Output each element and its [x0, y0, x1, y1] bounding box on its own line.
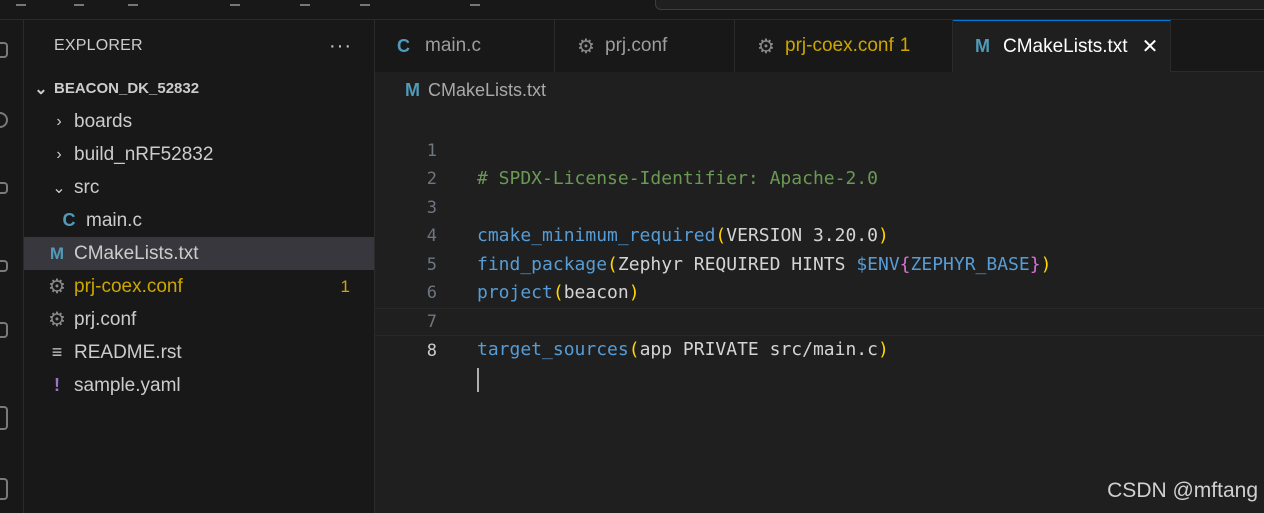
c-file-icon: C — [397, 35, 410, 56]
code-paren: ( — [628, 339, 640, 360]
title-bar — [0, 0, 1264, 20]
code-line: 5 project(beacon) — [375, 222, 1264, 304]
title-fragment — [300, 4, 310, 6]
run-debug-icon[interactable] — [0, 260, 8, 272]
explorer-icon[interactable] — [0, 42, 8, 58]
tab-cmakelists[interactable]: M CMakeLists.txt ✕ — [953, 20, 1172, 73]
code-paren: ) — [877, 339, 889, 360]
tab-prj-conf[interactable]: ⚙ prj.conf — [555, 20, 735, 72]
problem-count-badge: 1 — [340, 276, 350, 296]
remote-explorer-icon[interactable] — [0, 406, 8, 430]
root-folder-label: BEACON_DK_52832 — [54, 80, 200, 97]
line-text: target_sources(app PRIVATE src/main.c) — [477, 336, 889, 365]
tree-item-boards[interactable]: › boards — [24, 105, 374, 138]
line-text — [477, 366, 479, 395]
tree-item-label: boards — [74, 110, 133, 132]
tree-item-label: CMakeLists.txt — [74, 242, 199, 264]
yaml-file-icon: ! — [54, 375, 60, 395]
breadcrumb-file[interactable]: CMakeLists.txt — [428, 80, 546, 101]
code-line: 7 target_sources(app PRIVATE src/main.c) — [375, 279, 1264, 361]
title-fragment — [470, 4, 480, 6]
extensions-icon[interactable] — [0, 322, 8, 338]
tree-item-label: main.c — [86, 209, 142, 231]
gear-icon: ⚙ — [48, 309, 66, 331]
code-line: 4 find_package(Zephyr REQUIRED HINTS $EN… — [375, 194, 1264, 275]
tree-item-label: README.rst — [74, 341, 182, 363]
gear-icon: ⚙ — [48, 276, 66, 298]
title-fragment — [360, 4, 370, 6]
code-line: 1 # SPDX-License-Identifier: Apache-2.0 — [375, 108, 1264, 190]
settings-gear-icon[interactable] — [0, 478, 8, 500]
watermark: CSDN @mftang — [1107, 479, 1258, 502]
code-line: 6 — [375, 251, 1264, 303]
code-line: 2 — [375, 137, 1264, 189]
title-fragment — [16, 4, 26, 6]
more-actions-icon[interactable]: ··· — [329, 35, 352, 58]
editor-area: C main.c ⚙ prj.conf ⚙ prj-coex.conf 1 M … — [375, 20, 1264, 513]
line-number: 8 — [426, 341, 437, 361]
problem-count-badge: 1 — [899, 35, 911, 56]
tree-item-prj-conf[interactable]: ⚙ prj.conf — [24, 303, 374, 336]
tree-item-label: build_nRF52832 — [74, 143, 214, 165]
search-icon[interactable] — [0, 112, 8, 128]
tree-item-label: sample.yaml — [74, 374, 181, 396]
tab-label: prj-coex.conf — [785, 35, 894, 56]
command-center-search[interactable] — [655, 0, 1264, 10]
c-file-icon: C — [62, 210, 76, 230]
tree-item-prj-coex-conf[interactable]: ⚙ prj-coex.conf 1 — [24, 270, 374, 303]
tree-item-label: prj.conf — [74, 308, 137, 330]
explorer-title: EXPLORER — [54, 37, 143, 54]
gear-icon: ⚙ — [577, 35, 595, 58]
source-control-icon[interactable] — [0, 182, 8, 194]
editor-tab-bar: C main.c ⚙ prj.conf ⚙ prj-coex.conf 1 M … — [375, 20, 1264, 73]
title-fragment — [230, 4, 240, 6]
tree-item-readme[interactable]: ≡ README.rst — [24, 336, 374, 369]
tree-item-build[interactable]: › build_nRF52832 — [24, 138, 374, 171]
code-editor[interactable]: 1 # SPDX-License-Identifier: Apache-2.0 … — [375, 108, 1264, 392]
tree-item-main-c[interactable]: C main.c — [24, 204, 374, 237]
title-fragment — [128, 4, 138, 6]
chevron-right-icon: › — [56, 145, 62, 163]
tab-main-c[interactable]: C main.c — [375, 20, 555, 72]
code-line: 3 cmake_minimum_required(VERSION 3.20.0) — [375, 165, 1264, 247]
tree-item-cmakelists[interactable]: M CMakeLists.txt — [24, 237, 374, 270]
title-fragment — [74, 4, 84, 6]
chevron-down-icon: ⌄ — [52, 179, 66, 197]
text-cursor — [477, 367, 479, 392]
breadcrumb: M CMakeLists.txt — [375, 72, 1264, 108]
tree-item-label: src — [74, 176, 100, 198]
explorer-sidebar: EXPLORER ··· ⌄ BEACON_DK_52832 › boards … — [24, 20, 375, 513]
explorer-root-folder[interactable]: ⌄ BEACON_DK_52832 — [24, 72, 374, 105]
cmake-file-icon: M — [975, 36, 990, 56]
tab-label: CMakeLists.txt — [1003, 35, 1128, 57]
code-line-current: 8 — [375, 307, 1264, 392]
gear-icon: ⚙ — [757, 35, 775, 58]
code-args: app PRIVATE src/main.c — [639, 339, 878, 360]
tab-prj-coex-conf[interactable]: ⚙ prj-coex.conf 1 — [735, 20, 953, 72]
text-file-icon: ≡ — [51, 342, 63, 362]
chevron-right-icon: › — [56, 112, 62, 130]
cmake-file-icon: M — [49, 243, 65, 263]
tab-label: prj.conf — [605, 35, 668, 56]
code-function: target_sources — [477, 339, 629, 360]
cmake-file-icon: M — [405, 79, 420, 100]
close-icon[interactable]: ✕ — [1142, 34, 1159, 59]
activity-bar — [0, 20, 24, 513]
chevron-down-icon: ⌄ — [34, 80, 48, 98]
tree-item-label: prj-coex.conf — [74, 275, 183, 297]
tab-label: main.c — [425, 35, 481, 56]
explorer-header: EXPLORER ··· — [24, 20, 374, 72]
tree-item-src[interactable]: ⌄ src — [24, 171, 374, 204]
tree-item-sample-yaml[interactable]: ! sample.yaml — [24, 369, 374, 402]
